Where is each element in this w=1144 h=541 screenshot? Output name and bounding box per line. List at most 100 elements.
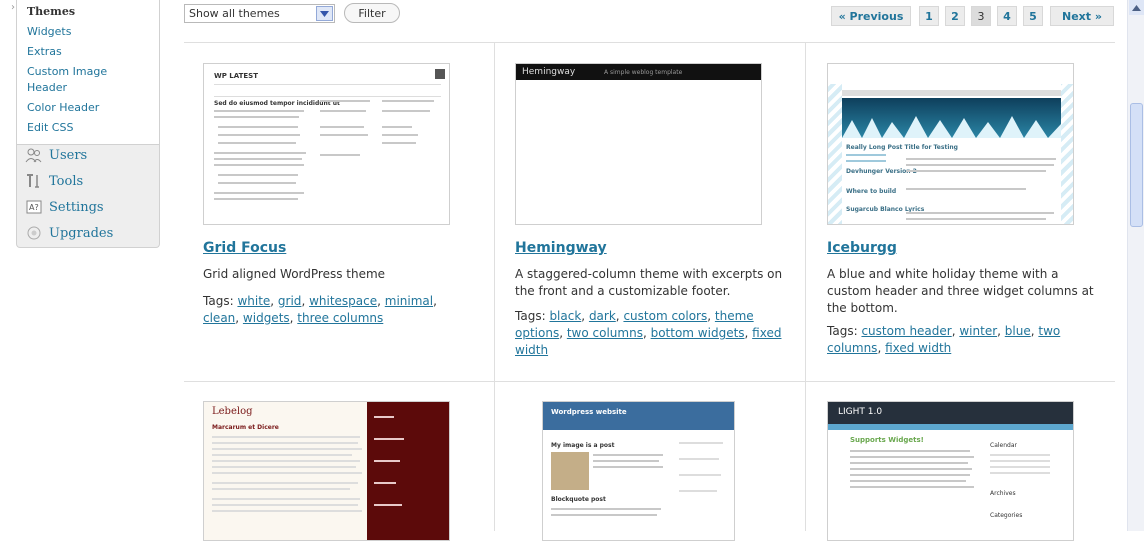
previous-page-link[interactable]: « Previous: [831, 6, 911, 26]
tree-silhouette-icon: [842, 116, 1061, 138]
tag-link[interactable]: whitespace: [309, 294, 377, 308]
thumb-nav: [828, 424, 1073, 430]
thumb-banner: [842, 98, 1061, 138]
thumb-text-line: [218, 134, 300, 136]
next-page-link[interactable]: Next »: [1050, 6, 1114, 26]
theme-screenshot-light[interactable]: LIGHT 1.0 Supports Widgets! Calendar Arc…: [827, 401, 1074, 541]
thumb-text-line: [218, 174, 298, 176]
scroll-up-icon[interactable]: [1129, 0, 1144, 15]
thumb-rule: [214, 84, 441, 85]
vertical-scrollbar[interactable]: [1127, 0, 1144, 531]
submenu-item-color-header[interactable]: Color Header: [27, 101, 99, 114]
scrollbar-thumb[interactable]: [1130, 103, 1143, 227]
thumb-text-line: [218, 182, 296, 184]
admin-menu: Users Tools A? Settings Upgrades: [16, 145, 160, 248]
tag-link[interactable]: minimal: [385, 294, 433, 308]
theme-title-iceburgg[interactable]: Iceburgg: [827, 240, 897, 256]
thumb-sidebar-line: [679, 458, 719, 460]
svg-text:A?: A?: [29, 203, 39, 212]
grid-divider: [805, 42, 806, 531]
settings-icon: A?: [26, 200, 42, 214]
page-link-1[interactable]: 1: [919, 6, 939, 26]
thumb-sidebar-line: [382, 134, 418, 136]
thumb-post-title: Blockquote post: [551, 496, 606, 503]
thumb-calendar-line: [990, 472, 1050, 474]
thumb-text-line: [850, 480, 966, 482]
submenu-item-themes[interactable]: Themes: [27, 5, 75, 18]
submenu-item-custom-image[interactable]: Custom Image: [27, 65, 107, 78]
thumb-text-line: [906, 170, 1046, 172]
tag-link[interactable]: clean: [203, 311, 235, 325]
thumb-sidebar-line: [374, 416, 394, 418]
thumb-post-title: My image is a post: [551, 442, 615, 449]
thumb-text-line: [212, 498, 360, 500]
menu-label: Users: [49, 147, 88, 163]
thumb-text-line: [551, 514, 657, 516]
submenu-item-extras[interactable]: Extras: [27, 45, 62, 58]
tags-label: Tags:: [515, 309, 546, 323]
tag-link[interactable]: fixed width: [885, 341, 951, 355]
tag-link[interactable]: widgets: [243, 311, 290, 325]
theme-screenshot-grid-focus[interactable]: WP LATEST Sed do eiusmod tempor incididu…: [203, 63, 450, 225]
tag-link[interactable]: blue: [1005, 324, 1031, 338]
thumb-calendar-line: [990, 454, 1050, 456]
thumb-text-line: [212, 454, 352, 456]
tag-link[interactable]: grid: [278, 294, 302, 308]
thumb-post-title: Where to build: [846, 188, 897, 195]
submenu-item-header[interactable]: Header: [27, 81, 67, 94]
tag-link[interactable]: three columns: [297, 311, 383, 325]
menu-item-settings[interactable]: A? Settings: [25, 195, 104, 219]
thumb-text-line: [850, 474, 970, 476]
theme-filter-select[interactable]: Show all themes: [184, 4, 335, 23]
thumb-sidebar-line: [374, 504, 402, 506]
thumb-sidebar-line: [382, 100, 434, 102]
page-link-5[interactable]: 5: [1023, 6, 1043, 26]
menu-label: Upgrades: [49, 225, 114, 241]
thumb-text-line: [218, 142, 296, 144]
page-link-2[interactable]: 2: [945, 6, 965, 26]
thumb-text-line: [850, 486, 974, 488]
thumb-meta-line: [846, 160, 886, 162]
menu-item-tools[interactable]: Tools: [25, 169, 83, 193]
tag-link[interactable]: custom header: [861, 324, 951, 338]
thumb-sidebar-line: [679, 490, 717, 492]
menu-item-users[interactable]: Users: [25, 143, 87, 167]
theme-screenshot-wordpress-website[interactable]: Wordpress website My image is a post Blo…: [542, 401, 735, 541]
thumb-header-text: WP LATEST: [214, 72, 258, 80]
filter-button[interactable]: Filter: [344, 3, 400, 23]
thumb-text-line: [212, 460, 360, 462]
thumb-text-line: [212, 472, 362, 474]
thumb-post-title: Marcarum et Dicere: [212, 424, 279, 431]
thumb-post-image: [551, 452, 589, 490]
theme-screenshot-hemingway[interactable]: Hemingway A simple weblog template: [515, 63, 762, 225]
thumb-text-line: [214, 164, 304, 166]
thumb-subheader-text: A simple weblog template: [604, 69, 683, 76]
grid-divider: [184, 381, 1115, 382]
theme-screenshot-lebelog[interactable]: Lebelog Marcarum et Dicere: [203, 401, 450, 541]
tag-link[interactable]: two columns: [567, 326, 643, 340]
theme-screenshot-iceburgg[interactable]: Really Long Post Title for Testing Devhu…: [827, 63, 1074, 225]
submenu-item-widgets[interactable]: Widgets: [27, 25, 71, 38]
tag-link[interactable]: bottom widgets: [651, 326, 745, 340]
theme-title-grid-focus[interactable]: Grid Focus: [203, 240, 286, 256]
chevron-down-icon[interactable]: [316, 6, 333, 21]
tag-link[interactable]: white: [237, 294, 270, 308]
thumb-meta-line: [846, 154, 886, 156]
tag-link[interactable]: winter: [959, 324, 997, 338]
theme-title-hemingway[interactable]: Hemingway: [515, 240, 607, 256]
thumb-text-line: [212, 488, 350, 490]
thumb-text-line: [850, 468, 972, 470]
thumb-text-line: [218, 126, 298, 128]
menu-item-upgrades[interactable]: Upgrades: [25, 221, 113, 245]
page-current-3: 3: [971, 6, 991, 26]
tag-link[interactable]: dark: [589, 309, 616, 323]
submenu-item-edit-css[interactable]: Edit CSS: [27, 121, 73, 134]
page-link-4[interactable]: 4: [997, 6, 1017, 26]
thumb-sidebar-line: [382, 126, 412, 128]
thumb-post-title: Supports Widgets!: [850, 436, 924, 444]
upgrades-icon: [27, 226, 41, 240]
tag-link[interactable]: custom colors: [623, 309, 707, 323]
thumb-sidebar-line: [374, 438, 404, 440]
thumb-widget-title: Calendar: [990, 442, 1017, 449]
tag-link[interactable]: black: [549, 309, 581, 323]
